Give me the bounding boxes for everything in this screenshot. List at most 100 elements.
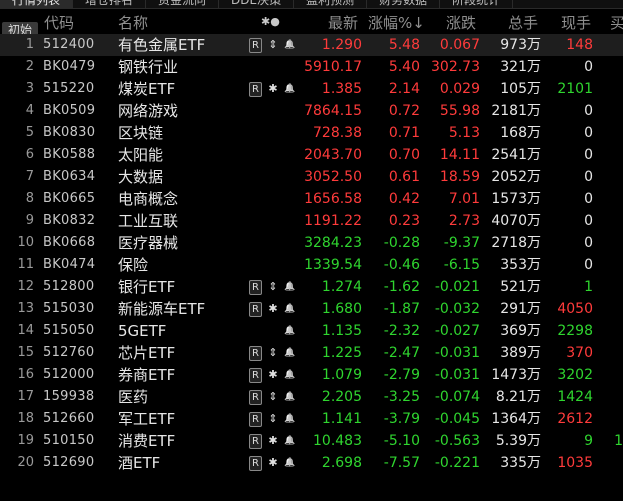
row-change-pct: -5.10	[383, 433, 420, 449]
row-index: 2	[25, 59, 34, 74]
row-price: 1191.22	[304, 213, 362, 229]
table-row[interactable]: 7 BK0634 大数据 3052.50 0.61 18.59 2052万 0	[0, 166, 623, 188]
r-badge-icon[interactable]: R	[249, 411, 262, 427]
row-code: 512660	[43, 411, 95, 426]
bell-icon[interactable]: 🔔	[284, 452, 295, 474]
row-now-vol: 4050	[557, 301, 593, 317]
col-tags[interactable]: ✱●	[261, 15, 280, 28]
tab-4[interactable]: DDE决策	[219, 0, 295, 8]
r-badge-icon[interactable]: R	[249, 37, 262, 53]
bell-icon[interactable]: 🔔	[284, 298, 295, 320]
row-code: 512760	[43, 345, 95, 360]
row-volume-unit: 万	[527, 147, 541, 163]
row-index: 13	[17, 301, 34, 316]
tab-6[interactable]: 财务数据	[367, 0, 441, 8]
margin-icon[interactable]: ⇕	[268, 408, 278, 430]
r-badge-icon[interactable]: R	[249, 455, 262, 471]
row-volume-unit: 万	[527, 389, 541, 405]
bell-icon[interactable]: 🔔	[284, 408, 295, 430]
table-row[interactable]: 16 512000 券商ETF R ✱ 🔔 1.079 -2.79 -0.031 1473万 320…	[0, 364, 623, 386]
star-icon[interactable]: ✱	[268, 452, 278, 474]
row-change: 302.73	[431, 59, 480, 75]
row-index: 17	[17, 389, 34, 404]
row-change-pct: 0.23	[388, 213, 420, 229]
star-icon[interactable]: ✱	[268, 430, 278, 452]
row-now-vol: 1	[584, 279, 593, 295]
table-row[interactable]: 19 510150 消费ETF R ✱ 🔔 10.483 -5.10 -0.563 5.39万 9 1	[0, 430, 623, 452]
star-icon[interactable]: ✱	[268, 298, 278, 320]
col-now-vol[interactable]: 现手	[561, 12, 591, 33]
r-badge-icon[interactable]: R	[249, 345, 262, 361]
row-price: 1.680	[321, 301, 362, 317]
row-index: 10	[17, 235, 34, 250]
row-volume-unit: 万	[527, 257, 541, 273]
bell-icon[interactable]: 🔔	[284, 34, 295, 56]
margin-icon[interactable]: ⇕	[268, 276, 278, 298]
bell-icon[interactable]: 🔔	[284, 78, 295, 100]
col-name[interactable]: 名称	[118, 12, 148, 33]
table-row[interactable]: 15 512760 芯片ETF R ⇕ 🔔 1.225 -2.47 -0.031 389万 370	[0, 342, 623, 364]
col-change-pct[interactable]: 涨幅%↓	[368, 12, 425, 33]
row-change: -0.045	[434, 411, 480, 427]
bell-icon[interactable]: 🔔	[284, 342, 295, 364]
tab-5[interactable]: 盈利预测	[294, 0, 368, 8]
margin-icon[interactable]: ⇕	[268, 34, 278, 56]
row-code: 515220	[43, 81, 95, 96]
r-badge-icon[interactable]: R	[249, 367, 262, 383]
table-row[interactable]: 11 BK0474 保险 1339.54 -0.46 -6.15 353万 0	[0, 254, 623, 276]
row-change: 14.11	[439, 147, 480, 163]
bell-icon[interactable]: 🔔	[284, 320, 295, 342]
row-change: 2.73	[448, 213, 480, 229]
col-volume[interactable]: 总手	[508, 12, 538, 33]
r-badge-icon[interactable]: R	[249, 279, 262, 295]
table-row[interactable]: 14 515050 5GETF 🔔 1.135 -2.32 -0.027 369万 2298	[0, 320, 623, 342]
row-tags: R ✱ 🔔	[249, 430, 295, 452]
table-row[interactable]: 3 515220 煤炭ETF R ✱ 🔔 1.385 2.14 0.029 105万 2101	[0, 78, 623, 100]
table-row[interactable]: 17 159938 医药 R ⇕ 🔔 2.205 -3.25 -0.074 8.21万 1424	[0, 386, 623, 408]
row-volume-value: 321	[500, 59, 527, 75]
row-name: 钢铁行业	[118, 58, 179, 76]
row-name: 大数据	[118, 168, 164, 186]
row-tags: R ✱ 🔔	[249, 298, 295, 320]
table-row[interactable]: 2 BK0479 钢铁行业 5910.17 5.40 302.73 321万 0	[0, 56, 623, 78]
bell-icon[interactable]: 🔔	[284, 364, 295, 386]
table-row[interactable]: 4 BK0509 网络游戏 7864.15 0.72 55.98 2181万 0	[0, 100, 623, 122]
r-badge-icon[interactable]: R	[249, 81, 262, 97]
row-volume-unit: 万	[527, 433, 541, 449]
margin-icon[interactable]: ⇕	[268, 386, 278, 408]
table-row[interactable]: 18 512660 军工ETF R ⇕ 🔔 1.141 -3.79 -0.045 1364万 261…	[0, 408, 623, 430]
tab-3[interactable]: 资金流向	[146, 0, 220, 8]
row-volume-unit: 万	[527, 345, 541, 361]
r-badge-icon[interactable]: R	[249, 433, 262, 449]
tab-1[interactable]: 行情列表	[0, 0, 74, 8]
row-code: BK0588	[43, 147, 96, 162]
row-volume-value: 335	[500, 455, 527, 471]
table-row[interactable]: 12 512800 银行ETF R ⇕ 🔔 1.274 -1.62 -0.021 521万 1	[0, 276, 623, 298]
bell-icon[interactable]: 🔔	[284, 386, 295, 408]
table-row[interactable]: 6 BK0588 太阳能 2043.70 0.70 14.11 2541万 0	[0, 144, 623, 166]
bell-icon[interactable]: 🔔	[284, 276, 295, 298]
bell-icon[interactable]: 🔔	[284, 430, 295, 452]
table-row[interactable]: 1 512400 有色金属ETF R ⇕ 🔔 1.290 5.48 0.067 973万 148	[0, 34, 623, 56]
table-row[interactable]: 13 515030 新能源车ETF R ✱ 🔔 1.680 -1.87 -0.032 291万 40…	[0, 298, 623, 320]
col-code[interactable]: 代码	[44, 12, 74, 33]
row-tags	[249, 254, 278, 276]
col-change[interactable]: 涨跌	[446, 12, 476, 33]
table-row[interactable]: 10 BK0668 医疗器械 3284.23 -0.28 -9.37 2718万 0	[0, 232, 623, 254]
tab-7[interactable]: 阶段统计	[440, 0, 514, 8]
r-badge-icon[interactable]: R	[249, 389, 262, 405]
row-code: BK0668	[43, 235, 96, 250]
row-name: 券商ETF	[118, 366, 176, 384]
star-icon[interactable]: ✱	[268, 364, 278, 386]
tab-2[interactable]: 增仓排名	[73, 0, 147, 8]
margin-icon[interactable]: ⇕	[268, 342, 278, 364]
col-extra[interactable]: 买	[610, 12, 623, 33]
r-badge-icon[interactable]: R	[249, 301, 262, 317]
table-row[interactable]: 20 512690 酒ETF R ✱ 🔔 2.698 -7.57 -0.221 335万 1035	[0, 452, 623, 474]
star-icon[interactable]: ✱	[268, 78, 278, 100]
table-row[interactable]: 5 BK0830 区块链 728.38 0.71 5.13 168万 0	[0, 122, 623, 144]
table-row[interactable]: 8 BK0665 电商概念 1656.58 0.42 7.01 1573万 0	[0, 188, 623, 210]
col-price[interactable]: 最新	[328, 12, 358, 33]
row-price: 1.079	[321, 367, 362, 383]
table-row[interactable]: 9 BK0832 工业互联 1191.22 0.23 2.73 4070万 0	[0, 210, 623, 232]
